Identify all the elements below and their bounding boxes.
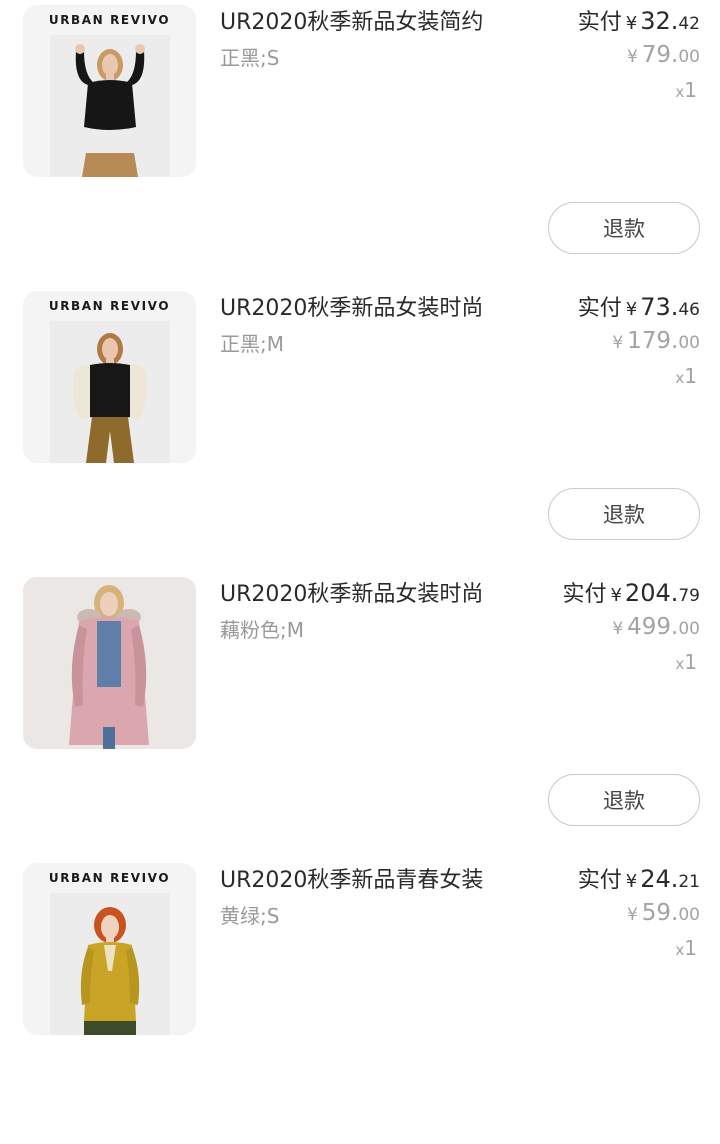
product-variant: 正黑;S: [220, 46, 280, 70]
original-price-decimal: 00: [678, 47, 700, 67]
quantity-value: 1: [684, 78, 697, 102]
paid-label: 实付: [577, 868, 622, 893]
product-photo: [50, 893, 170, 1035]
order-item[interactable]: UR2020秋季新品女装时尚 藕粉色;M 实付 ¥204.79 ¥499.00 x…: [0, 572, 720, 858]
refund-button[interactable]: 退款: [548, 774, 700, 826]
refund-button[interactable]: 退款: [548, 488, 700, 540]
currency-symbol: ¥: [625, 13, 638, 34]
product-photo: [50, 321, 170, 463]
original-price-decimal: 00: [678, 905, 700, 925]
product-variant: 藕粉色;M: [220, 618, 304, 642]
currency-symbol: ¥: [626, 905, 638, 925]
product-title[interactable]: UR2020秋季新品女装简约: [220, 4, 530, 36]
currency-symbol: ¥: [625, 299, 638, 320]
original-price: ¥79.00: [627, 42, 700, 68]
currency-symbol: ¥: [626, 47, 638, 67]
original-price-decimal: 00: [678, 619, 700, 639]
original-price-integer: 59.: [641, 900, 679, 926]
quantity-prefix: x: [675, 369, 685, 387]
product-thumbnail[interactable]: [23, 577, 196, 749]
paid-price: 实付 ¥73.46: [578, 290, 700, 322]
quantity: x1: [675, 78, 697, 102]
quantity-prefix: x: [675, 941, 685, 959]
product-thumbnail[interactable]: URBAN REVIVO: [23, 5, 196, 177]
currency-symbol: ¥: [612, 619, 624, 639]
product-title[interactable]: UR2020秋季新品女装时尚: [220, 576, 530, 608]
quantity-value: 1: [684, 650, 697, 674]
original-price-decimal: 00: [678, 333, 700, 353]
order-item[interactable]: URBAN REVIVO UR2020秋季新品青春女装 黄绿;S 实付 ¥24.2…: [0, 858, 720, 1144]
product-thumbnail[interactable]: URBAN REVIVO: [23, 291, 196, 463]
quantity-value: 1: [684, 936, 697, 960]
paid-price-integer: 24.: [640, 865, 679, 893]
original-price-integer: 499.: [627, 614, 679, 640]
paid-price-decimal: 46: [678, 300, 700, 320]
product-photo: [50, 35, 170, 177]
product-variant: 正黑;M: [220, 332, 284, 356]
quantity-prefix: x: [675, 83, 685, 101]
brand-logo: URBAN REVIVO: [48, 871, 171, 885]
quantity-value: 1: [684, 364, 697, 388]
original-price-integer: 79.: [641, 42, 679, 68]
product-title[interactable]: UR2020秋季新品青春女装: [220, 862, 530, 894]
quantity: x1: [675, 650, 697, 674]
paid-price: 实付 ¥24.21: [578, 862, 700, 894]
brand-logo: URBAN REVIVO: [48, 299, 171, 313]
paid-label: 实付: [577, 10, 622, 35]
order-item[interactable]: URBAN REVIVO UR2020秋季新品女装时尚 正黑;M 实付 ¥73.4…: [0, 286, 720, 572]
currency-symbol: ¥: [610, 585, 622, 606]
quantity-prefix: x: [675, 655, 685, 673]
paid-price-integer: 32.: [640, 7, 679, 35]
paid-price-decimal: 21: [678, 872, 700, 892]
brand-logo: URBAN REVIVO: [48, 13, 171, 27]
paid-price: 实付 ¥204.79: [562, 576, 700, 608]
paid-label: 实付: [577, 296, 622, 321]
quantity: x1: [675, 936, 697, 960]
paid-price-decimal: 79: [678, 586, 700, 606]
paid-label: 实付: [562, 582, 607, 607]
refund-button[interactable]: 退款: [548, 202, 700, 254]
currency-symbol: ¥: [625, 871, 638, 892]
original-price: ¥59.00: [627, 900, 700, 926]
paid-price-integer: 73.: [640, 293, 679, 321]
product-photo: [23, 577, 196, 749]
paid-price-decimal: 42: [678, 14, 700, 34]
product-variant: 黄绿;S: [220, 904, 280, 928]
product-thumbnail[interactable]: URBAN REVIVO: [23, 863, 196, 1035]
order-item[interactable]: URBAN REVIVO UR2020秋季新品女装简约 正黑;S 实付 ¥32.4…: [0, 0, 720, 286]
product-title[interactable]: UR2020秋季新品女装时尚: [220, 290, 530, 322]
currency-symbol: ¥: [612, 333, 624, 353]
original-price: ¥499.00: [612, 614, 700, 640]
original-price-integer: 179.: [627, 328, 679, 354]
paid-price-integer: 204.: [624, 579, 679, 607]
original-price: ¥179.00: [612, 328, 700, 354]
quantity: x1: [675, 364, 697, 388]
paid-price: 实付 ¥32.42: [578, 4, 700, 36]
